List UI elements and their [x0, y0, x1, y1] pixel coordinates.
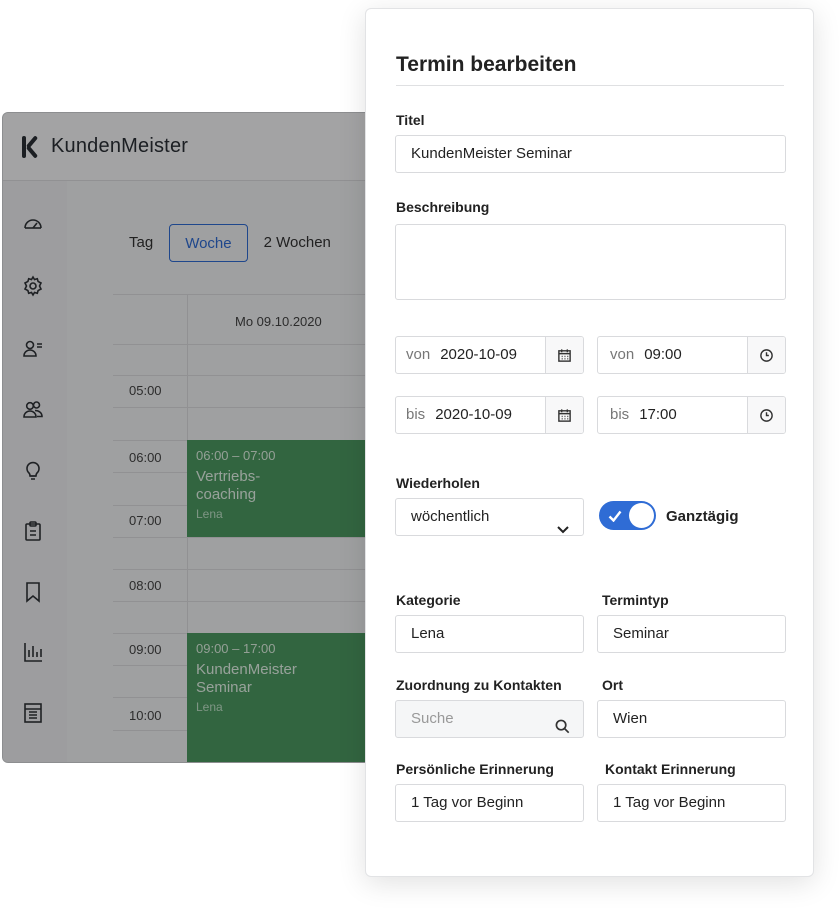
- titel-input[interactable]: KundenMeister Seminar: [395, 135, 786, 173]
- wiederholen-label: Wiederholen: [396, 475, 480, 491]
- title-divider: [396, 85, 784, 86]
- chevron-down-icon: [557, 512, 569, 534]
- start-time-field[interactable]: von 09:00: [597, 336, 786, 374]
- end-date-prefix: bis: [406, 406, 426, 423]
- end-time-value: 17:00: [639, 406, 677, 423]
- search-icon[interactable]: [555, 712, 570, 734]
- ort-label: Ort: [602, 677, 623, 693]
- end-time-field[interactable]: bis 17:00: [597, 396, 786, 434]
- start-date-field[interactable]: von 2020-10-09: [395, 336, 584, 374]
- beschreibung-textarea[interactable]: [395, 224, 786, 300]
- start-time-value: 09:00: [644, 346, 682, 363]
- kategorie-field[interactable]: Lena: [395, 615, 584, 653]
- end-date-field[interactable]: bis 2020-10-09: [395, 396, 584, 434]
- dialog-title: Termin bearbeiten: [396, 53, 577, 76]
- kontakt-erinnerung-label: Kontakt Erinnerung: [605, 761, 736, 777]
- end-time-prefix: bis: [610, 406, 630, 423]
- beschreibung-label: Beschreibung: [396, 199, 490, 215]
- wiederholen-value: wöchentlich: [411, 508, 490, 525]
- contact-search-placeholder: Suche: [411, 710, 454, 727]
- clock-icon[interactable]: [747, 397, 785, 433]
- zuordnung-label: Zuordnung zu Kontakten: [396, 677, 562, 693]
- ganztaegig-toggle[interactable]: [599, 501, 656, 530]
- termintyp-field[interactable]: Seminar: [597, 615, 786, 653]
- ort-field[interactable]: Wien: [597, 700, 786, 738]
- kategorie-label: Kategorie: [396, 592, 461, 608]
- start-date-prefix: von: [406, 346, 431, 363]
- ganztaegig-label: Ganztägig: [666, 508, 739, 525]
- titel-label: Titel: [396, 112, 425, 128]
- persoenliche-erinnerung-field[interactable]: 1 Tag vor Beginn: [395, 784, 584, 822]
- calendar-icon[interactable]: [545, 397, 583, 433]
- calendar-icon[interactable]: [545, 337, 583, 373]
- edit-appointment-dialog: Termin bearbeiten Titel KundenMeister Se…: [365, 8, 814, 877]
- modal-backdrop[interactable]: [2, 112, 422, 763]
- toggle-knob: [629, 503, 654, 528]
- check-icon: [608, 509, 622, 523]
- contact-search-input[interactable]: Suche: [395, 700, 584, 738]
- kontakt-erinnerung-field[interactable]: 1 Tag vor Beginn: [597, 784, 786, 822]
- wiederholen-select[interactable]: wöchentlich: [395, 498, 584, 536]
- persoenliche-erinnerung-label: Persönliche Erinnerung: [396, 761, 554, 777]
- start-date-value: 2020-10-09: [440, 346, 517, 363]
- clock-icon[interactable]: [747, 337, 785, 373]
- termintyp-label: Termintyp: [602, 592, 669, 608]
- start-time-prefix: von: [610, 346, 635, 363]
- end-date-value: 2020-10-09: [435, 406, 512, 423]
